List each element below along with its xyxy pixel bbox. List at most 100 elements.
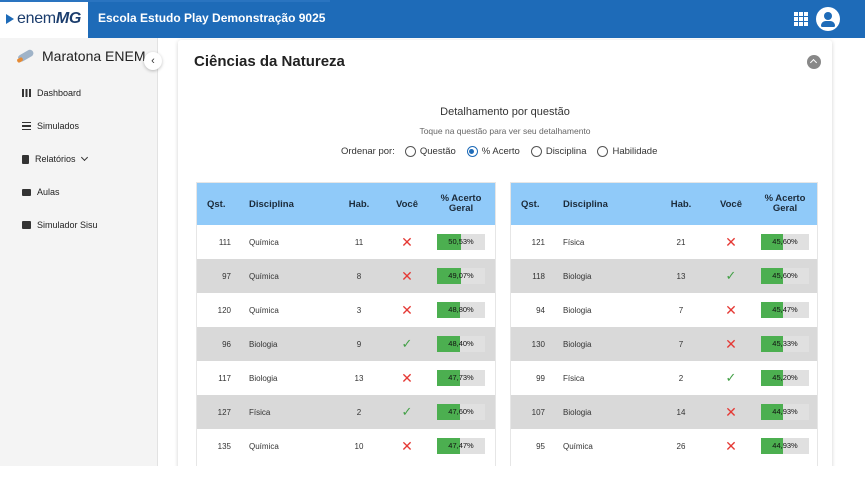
collapse-card-icon[interactable] — [807, 55, 821, 69]
column-header-acerto[interactable]: % Acerto Geral — [429, 194, 493, 214]
dashboard-icon — [22, 89, 31, 97]
radio-checked-icon — [466, 146, 478, 157]
cell-voce: ✕ — [385, 235, 429, 249]
cell-voce: ✕ — [709, 405, 753, 419]
cell-hab: 2 — [678, 373, 684, 383]
cell-qst: 117 — [218, 373, 231, 383]
cell-hab: 21 — [676, 237, 686, 247]
sidebar-header: Maratona ENEM — [16, 48, 145, 64]
cell-voce: ✕ — [709, 303, 753, 317]
radio-label: Disciplina — [545, 146, 587, 157]
acerto-progress-bar: 45,20% — [761, 370, 809, 386]
sidebar-item-simulador-sisu[interactable]: Simulador Sisu — [22, 220, 98, 230]
cell-voce: ✕ — [709, 439, 753, 453]
table-row[interactable]: 120 Química 3 ✕ 48,80% — [197, 293, 495, 327]
column-header-qst[interactable]: Qst. — [197, 199, 239, 210]
acerto-progress-bar: 47,73% — [437, 370, 485, 386]
cell-qst: 135 — [217, 441, 231, 451]
cell-disciplina: Química — [249, 441, 279, 451]
cell-voce: ✓ — [709, 269, 753, 283]
cell-acerto: 48,80% — [429, 302, 493, 318]
cell-qst: 121 — [531, 237, 545, 247]
cell-acerto: 47,73% — [429, 370, 493, 386]
table-row[interactable]: 130 Biologia 7 ✕ 45,33% — [511, 327, 817, 361]
cell-voce: ✕ — [385, 439, 429, 453]
sort-radio-habilidade[interactable]: Habilidade — [597, 146, 657, 157]
table-header: Qst. Disciplina Hab. Você % Acerto Geral — [511, 183, 817, 225]
cell-acerto: 45,60% — [753, 234, 817, 250]
column-header-voce[interactable]: Você — [385, 199, 429, 210]
column-header-voce[interactable]: Você — [709, 199, 753, 210]
column-header-hab[interactable]: Hab. — [333, 199, 385, 210]
table-row[interactable]: 97 Química 8 ✕ 49,07% — [197, 259, 495, 293]
cell-hab: 13 — [676, 271, 686, 281]
table-row[interactable]: 95 Química 26 ✕ 44,93% — [511, 429, 817, 463]
cross-icon: ✕ — [725, 234, 737, 250]
user-avatar-icon[interactable] — [816, 7, 840, 31]
sidebar-item-dashboard[interactable]: Dashboard — [22, 88, 81, 98]
school-title: Escola Estudo Play Demonstração 9025 — [98, 11, 326, 25]
table-row[interactable]: 117 Biologia 13 ✕ 47,73% — [197, 361, 495, 395]
table-row[interactable]: 111 Química 11 ✕ 50,53% — [197, 225, 495, 259]
sidebar-item-label: Relatórios — [35, 154, 76, 164]
cell-disciplina: Biologia — [249, 339, 278, 349]
sort-radio-disciplina[interactable]: Disciplina — [530, 146, 587, 157]
cell-hab: 26 — [676, 441, 686, 451]
column-header-qst[interactable]: Qst. — [511, 199, 553, 210]
sort-label: Ordenar por: — [341, 146, 395, 157]
bar-chart-icon — [22, 221, 31, 229]
acerto-value: 48,40% — [448, 339, 474, 348]
table-row[interactable]: 121 Física 21 ✕ 45,60% — [511, 225, 817, 259]
cell-disciplina: Biologia — [249, 373, 278, 383]
acerto-progress-bar: 45,33% — [761, 336, 809, 352]
document-icon — [22, 154, 29, 164]
table-row[interactable]: 107 Biologia 14 ✕ 44,93% — [511, 395, 817, 429]
questions-table-right: Qst. Disciplina Hab. Você % Acerto Geral… — [510, 182, 818, 490]
page-bottom-edge — [0, 466, 865, 490]
brand-logo[interactable]: enemMG — [0, 0, 88, 38]
cell-voce: ✕ — [385, 303, 429, 317]
acerto-value: 45,33% — [772, 339, 798, 348]
cell-voce: ✓ — [709, 371, 753, 385]
cell-hab: 13 — [354, 373, 364, 383]
acerto-value: 47,73% — [448, 373, 474, 382]
sidebar-item-label: Dashboard — [37, 88, 82, 98]
acerto-value: 45,60% — [772, 237, 798, 246]
sidebar-item-label: Simulador Sisu — [37, 220, 98, 230]
cross-icon: ✕ — [725, 302, 737, 318]
sort-radio-questao[interactable]: Questão — [404, 146, 456, 157]
acerto-progress-bar: 48,80% — [437, 302, 485, 318]
cell-disciplina: Biologia — [563, 407, 592, 417]
column-header-disciplina[interactable]: Disciplina — [239, 199, 333, 210]
table-row[interactable]: 118 Biologia 13 ✓ 45,60% — [511, 259, 817, 293]
apps-grid-icon[interactable] — [794, 12, 808, 26]
cell-disciplina: Física — [563, 373, 585, 383]
collapse-sidebar-button[interactable]: ‹ — [144, 52, 162, 70]
acerto-progress-bar: 45,47% — [761, 302, 809, 318]
sort-radio-acerto[interactable]: % Acerto — [466, 146, 520, 157]
sidebar-item-aulas[interactable]: Aulas — [22, 187, 60, 197]
cell-qst: 130 — [531, 339, 545, 349]
table-row[interactable]: 127 Física 2 ✓ 47,60% — [197, 395, 495, 429]
cell-acerto: 49,07% — [429, 268, 493, 284]
table-row[interactable]: 94 Biologia 7 ✕ 45,47% — [511, 293, 817, 327]
cross-icon: ✕ — [401, 234, 413, 250]
check-icon: ✓ — [725, 268, 737, 283]
sidebar-title: Maratona ENEM — [42, 48, 146, 64]
table-row[interactable]: 99 Física 2 ✓ 45,20% — [511, 361, 817, 395]
sidebar-item-relatorios[interactable]: Relatórios — [22, 153, 88, 164]
cell-hab: 3 — [356, 305, 362, 315]
sidebar-item-simulados[interactable]: Simulados — [22, 121, 79, 131]
main-card: Ciências da Natureza Detalhamento por qu… — [178, 40, 832, 490]
table-row[interactable]: 135 Química 10 ✕ 47,47% — [197, 429, 495, 463]
radio-unchecked-icon — [530, 146, 542, 157]
radio-label: Habilidade — [612, 146, 658, 157]
column-header-acerto[interactable]: % Acerto Geral — [753, 194, 817, 214]
cell-hab: 10 — [354, 441, 364, 451]
cell-acerto: 50,53% — [429, 234, 493, 250]
table-row[interactable]: 96 Biologia 9 ✓ 48,40% — [197, 327, 495, 361]
column-header-disciplina[interactable]: Disciplina — [553, 199, 653, 210]
table-header: Qst. Disciplina Hab. Você % Acerto Geral — [197, 183, 495, 225]
column-header-hab[interactable]: Hab. — [653, 199, 709, 210]
detail-title: Detalhamento por questão — [440, 106, 570, 118]
